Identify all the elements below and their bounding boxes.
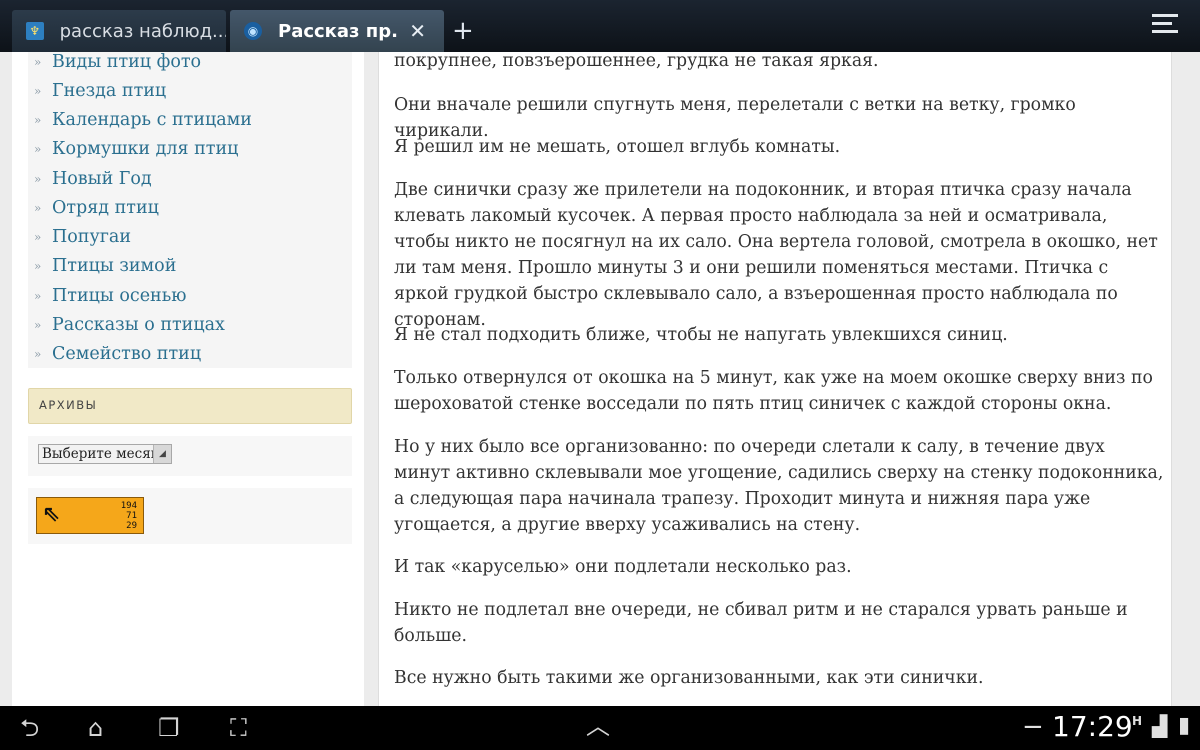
counter-value: 194 [120,501,137,511]
home-icon[interactable]: ⌂ [88,714,103,742]
article-paragraph: Никто не подлетал вне очереди, не сбивал… [394,600,1128,646]
tab-inactive[interactable]: ♆ рассказ наблюд... [12,10,226,52]
visit-counter-badge[interactable]: ⇖ 194 71 29 [36,497,144,534]
tab-title: рассказ наблюд... [59,20,226,42]
month-select-value: Выберите месяц [42,446,160,462]
article-content: покрупнее, повзъерошеннее, грудка не так… [378,52,1172,706]
article-paragraph: И так «каруселью» они подлетали нескольк… [394,557,852,577]
category-link[interactable]: » Новый Год [34,166,152,192]
article-paragraph: Две синички сразу же прилетели на подоко… [394,180,1158,330]
recent-apps-icon[interactable]: ❐ [158,714,180,742]
category-link[interactable]: » Рассказы о птицах [34,312,225,338]
minus-icon[interactable]: − [1022,712,1044,742]
back-icon[interactable]: ⮌ [20,714,39,742]
category-link[interactable]: » Кормушки для птиц [34,136,238,162]
article-paragraph: Но у них было все организованно: по очер… [394,437,1164,535]
category-link[interactable]: » Календарь с птицами [34,107,252,133]
category-link[interactable]: » Попугаи [34,224,131,250]
browser-menu-icon[interactable] [1152,14,1178,38]
category-link[interactable]: » Семейство птиц [34,341,201,367]
tab-active[interactable]: ◉ Рассказ пр... ✕ [230,10,444,52]
site-favicon-icon: ◉ [244,22,262,40]
article-paragraph: Только отвернулся от окошка на 5 минут, … [394,368,1153,414]
screenshot-icon[interactable]: ⛶ [230,714,247,742]
web-page: » Виды птиц фото » Гнезда птиц » Календарь … [0,52,1200,706]
article-paragraph: Все нужно быть такими же организованными… [394,668,984,688]
article-paragraph: Я решил им не мешать, отошел вглубь комн… [394,137,841,157]
close-tab-icon[interactable]: ✕ [409,19,426,43]
category-link[interactable]: » Гнезда птиц [34,78,166,104]
category-link[interactable]: » Птицы осенью [34,283,186,309]
counter-value: 71 [126,511,137,521]
article-paragraph: покрупнее, повзъерошеннее, грудка не так… [394,52,879,71]
sidebar: » Виды птиц фото » Гнезда птиц » Календарь … [12,52,364,706]
tab-title: Рассказ пр... [278,20,398,42]
signal-icon: ▟ [1152,714,1168,738]
counter-value: 29 [126,521,137,531]
month-select[interactable]: Выберите месяц ◢ [38,444,172,464]
dropdown-arrow-icon: ◢ [153,445,171,463]
arrow-up-left-icon: ⇖ [42,502,61,527]
article-paragraph: Я не стал подходить ближе, чтобы не напу… [394,325,1008,345]
category-list: » Виды птиц фото » Гнезда птиц » Календарь … [28,52,352,368]
network-type-label: H [1132,714,1143,728]
new-tab-button[interactable]: + [452,16,474,46]
clock: 17:29 [1052,710,1133,743]
battery-icon: ▮ [1178,713,1191,738]
archives-widget: Выберите месяц ◢ [28,436,352,476]
site-favicon-icon: ♆ [26,22,44,40]
category-link[interactable]: » Птицы зимой [34,253,176,279]
archives-header: АРХИВЫ [28,388,352,424]
category-link[interactable]: » Виды птиц фото [34,52,201,75]
category-link[interactable]: » Отряд птиц [34,195,159,221]
chevron-up-icon[interactable]: ︿ [586,712,610,740]
counter-widget: ⇖ 194 71 29 [28,488,352,544]
archives-title: АРХИВЫ [39,398,98,412]
system-navigation-bar: ⮌ ⌂ ❐ ⛶ ︿ − 17:29 H ▟ ▮ [0,706,1200,750]
browser-tab-bar: ♆ рассказ наблюд... ◉ Рассказ пр... ✕ + [0,0,1200,52]
